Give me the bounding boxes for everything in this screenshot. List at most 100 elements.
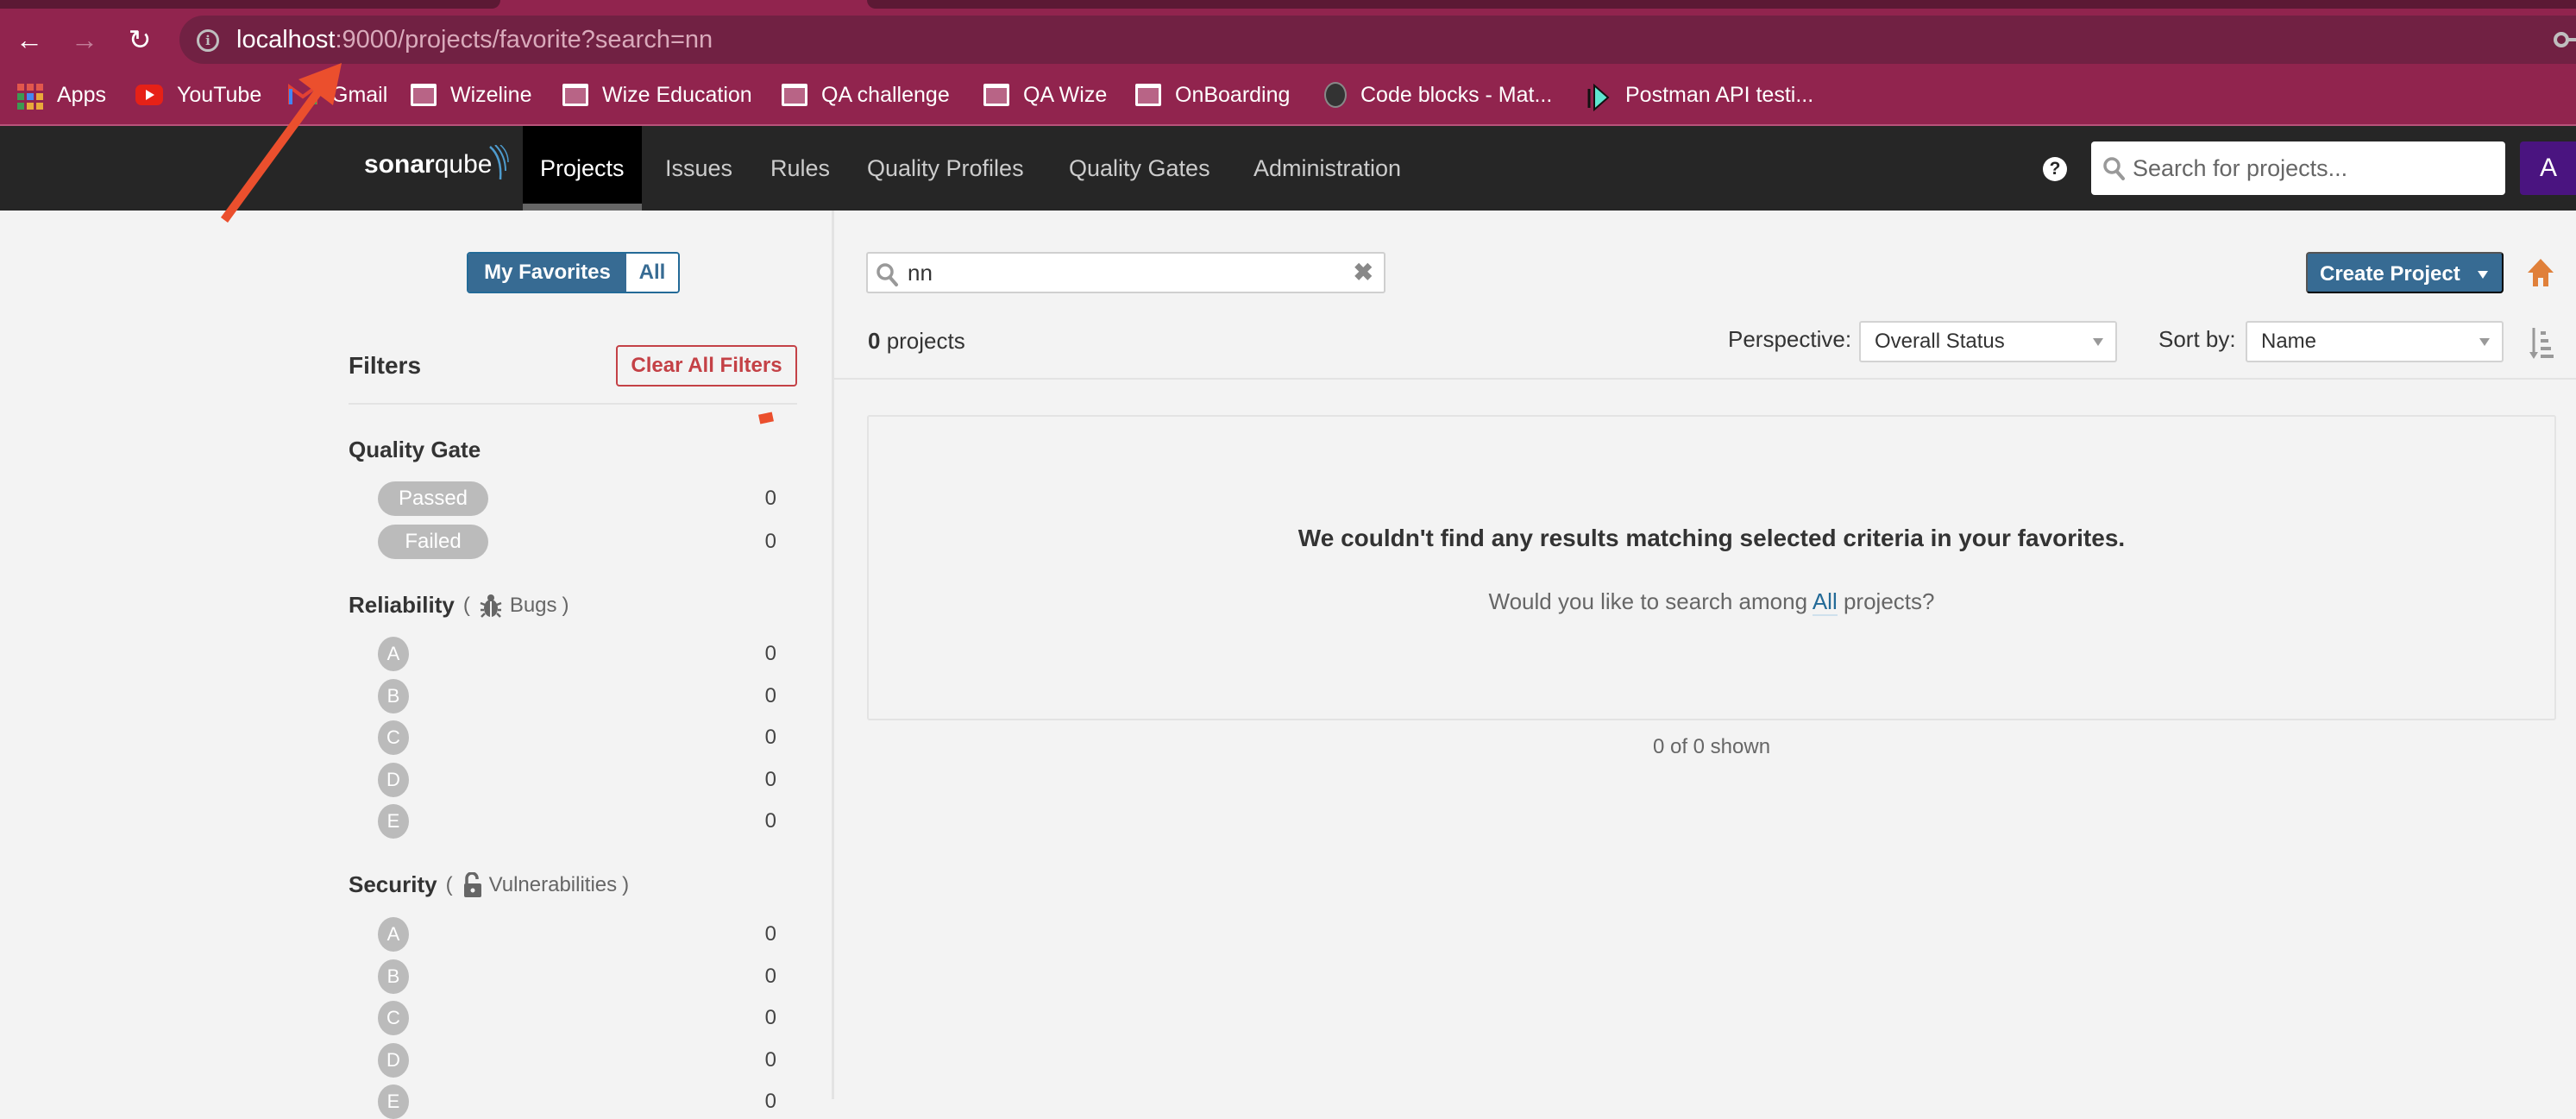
bookmark-youtube[interactable]: YouTube [135, 81, 261, 109]
forward-arrow-icon[interactable]: → [67, 22, 102, 57]
shown-count: 0 of 0 shown [1652, 735, 1771, 758]
dropdown-arrow-icon [2093, 338, 2103, 346]
global-search[interactable] [2091, 141, 2505, 195]
project-search-box[interactable]: ✖ [866, 252, 1385, 293]
bookmark-wizeline[interactable]: Wizeline [411, 81, 531, 109]
caret-down-icon [2478, 271, 2488, 279]
nav-tab-issues[interactable]: Issues [648, 126, 750, 211]
nav-tab-quality-gates[interactable]: Quality Gates [1052, 126, 1228, 211]
search-all-link[interactable]: All [1812, 588, 1838, 616]
browser-tab-strip [0, 0, 2576, 16]
folder-icon [983, 84, 1009, 106]
url-text[interactable]: localhost:9000/projects/favorite?search=… [236, 24, 713, 55]
nav-tab-quality-profiles[interactable]: Quality Profiles [850, 126, 1041, 211]
sort-direction-icon[interactable] [2529, 326, 2554, 361]
toggle-all[interactable]: All [626, 254, 678, 292]
empty-results-suggestion: Would you like to search among All proje… [867, 588, 2556, 616]
address-bar[interactable]: i localhost:9000/projects/favorite?searc… [179, 16, 2576, 64]
folder-icon [782, 84, 807, 106]
youtube-icon [135, 85, 163, 105]
facet-count: 0 [764, 1047, 776, 1072]
logo-text-bold: sonar [364, 150, 435, 179]
postman-icon [1586, 83, 1612, 112]
empty-results-title: We couldn't find any results matching se… [1297, 525, 2126, 551]
bookmark-qa-challenge[interactable]: QA challenge [782, 81, 950, 109]
paren-close: ) [622, 872, 630, 896]
bookmark-label: YouTube [177, 82, 262, 107]
rating-badge-b[interactable]: B [378, 959, 409, 994]
bookmark-label: OnBoarding [1175, 82, 1291, 107]
facet-count: 0 [764, 922, 776, 946]
facet-count: 0 [764, 487, 776, 510]
bookmark-label: QA challenge [821, 82, 950, 107]
facet-title-text: Quality Gate [349, 437, 481, 462]
sort-by-select[interactable]: Name [2246, 321, 2504, 362]
bookmark-label: Postman API testi... [1625, 82, 1814, 107]
bookmark-wize-education[interactable]: Wize Education [562, 81, 752, 109]
nav-tab-administration[interactable]: Administration [1236, 126, 1418, 211]
nav-tab-rules[interactable]: Rules [753, 126, 847, 211]
help-icon[interactable]: ? [2043, 157, 2067, 181]
rating-badge-a[interactable]: A [378, 637, 409, 671]
bookmark-code-blocks[interactable]: Code blocks - Mat... [1324, 81, 1552, 109]
filters-divider [349, 403, 797, 405]
annotation-mark [758, 412, 774, 424]
sonarqube-logo[interactable]: sonarqube [364, 145, 510, 185]
project-search-input[interactable] [908, 257, 1339, 288]
back-arrow-icon[interactable]: ← [12, 22, 47, 57]
logo-text-light: qube [434, 150, 493, 179]
rating-badge-a[interactable]: A [378, 917, 409, 952]
perspective-select[interactable]: Overall Status [1859, 321, 2117, 362]
home-icon[interactable] [2526, 257, 2555, 288]
facet-option-failed[interactable]: Failed [378, 525, 488, 559]
rating-badge-c[interactable]: C [378, 1001, 409, 1035]
browser-tab-area [867, 0, 2576, 9]
bookmark-apps[interactable]: Apps [17, 81, 106, 110]
bookmark-label: QA Wize [1023, 82, 1108, 107]
facet-security-title[interactable]: Security ( Vulnerabilities ) [349, 871, 629, 898]
bookmark-onboarding[interactable]: OnBoarding [1135, 81, 1290, 109]
facet-option-passed[interactable]: Passed [378, 481, 488, 516]
browser-tab[interactable] [0, 0, 500, 9]
clear-search-icon[interactable]: ✖ [1354, 260, 1373, 286]
facet-count: 0 [764, 683, 776, 707]
facet-title-text: Security [349, 871, 437, 897]
key-icon[interactable] [2554, 29, 2576, 50]
url-path: :9000/projects/favorite?search=nn [335, 26, 713, 53]
rating-badge-d[interactable]: D [378, 1042, 409, 1078]
user-avatar[interactable]: A [2520, 141, 2576, 195]
reload-icon[interactable]: ↻ [123, 22, 157, 57]
empty-results-panel [867, 415, 2556, 720]
code-blocks-icon [1324, 82, 1347, 108]
dropdown-arrow-icon [2479, 338, 2490, 346]
facet-title-text: Reliability [349, 592, 455, 618]
bookmark-postman[interactable]: Postman API testi... [1586, 81, 1814, 112]
header-divider [834, 378, 2576, 380]
create-project-button[interactable]: Create Project [2306, 252, 2504, 293]
bookmark-qa-wize[interactable]: QA Wize [983, 81, 1107, 109]
facet-count: 0 [764, 1006, 776, 1029]
rating-badge-e[interactable]: E [378, 1084, 409, 1119]
rating-badge-e[interactable]: E [378, 804, 409, 839]
facet-count: 0 [764, 530, 776, 553]
folder-icon [1135, 84, 1161, 106]
url-host: localhost [236, 26, 336, 53]
rating-badge-d[interactable]: D [378, 762, 409, 797]
paren-close: ) [562, 593, 569, 617]
rating-badge-c[interactable]: C [378, 720, 409, 755]
info-icon[interactable]: i [197, 29, 219, 52]
paren-open: ( [462, 593, 470, 617]
global-search-input[interactable] [2133, 150, 2495, 186]
perspective-value: Overall Status [1875, 330, 2005, 353]
favorites-toggle: My Favorites All [467, 252, 680, 293]
toggle-my-favorites[interactable]: My Favorites [468, 254, 626, 292]
facet-count: 0 [764, 964, 776, 988]
facet-count: 0 [764, 1090, 776, 1113]
nav-tab-projects[interactable]: Projects [523, 126, 642, 211]
facet-quality-gate-title[interactable]: Quality Gate [349, 437, 481, 463]
folder-icon [562, 84, 588, 106]
rating-badge-b[interactable]: B [378, 678, 409, 714]
clear-all-filters-button[interactable]: Clear All Filters [616, 345, 797, 387]
bookmark-gmail[interactable]: Gmail [288, 81, 387, 109]
facet-reliability-title[interactable]: Reliability ( Bugs ) [349, 592, 569, 619]
